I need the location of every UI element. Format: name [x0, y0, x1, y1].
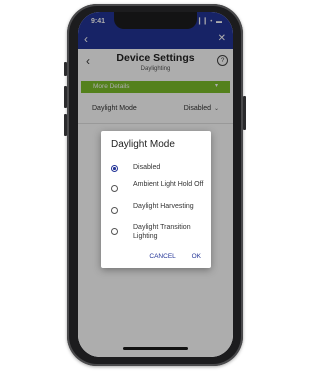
option-ambient-light-hold-off[interactable]: Ambient Light Hold Off — [111, 181, 209, 199]
daylight-mode-dialog: Daylight Mode Disabled Ambient Light Hol… — [101, 131, 211, 268]
cancel-button[interactable]: CANCEL — [149, 253, 175, 260]
radio-unselected-icon[interactable] — [111, 207, 118, 214]
dialog-actions: CANCEL OK — [135, 253, 201, 260]
phone-volume-down-button — [64, 114, 67, 136]
dialog-title: Daylight Mode — [111, 139, 175, 150]
option-disabled[interactable]: Disabled — [111, 164, 209, 174]
option-daylight-transition-lighting[interactable]: Daylight Transition Lighting — [111, 224, 209, 242]
ok-button[interactable]: OK — [192, 253, 201, 260]
phone-volume-up-button — [64, 86, 67, 108]
option-label: Ambient Light Hold Off — [133, 181, 204, 188]
option-label: Daylight Harvesting — [133, 203, 194, 210]
option-daylight-harvesting[interactable]: Daylight Harvesting — [111, 203, 209, 221]
phone-power-button — [243, 96, 246, 130]
phone-side-button — [64, 62, 67, 76]
radio-selected-icon[interactable] — [111, 165, 118, 172]
option-label: Disabled — [133, 164, 161, 171]
option-label: Daylight Transition Lighting — [133, 224, 191, 240]
radio-unselected-icon[interactable] — [111, 228, 118, 235]
home-indicator — [123, 347, 188, 350]
radio-unselected-icon[interactable] — [111, 185, 118, 192]
